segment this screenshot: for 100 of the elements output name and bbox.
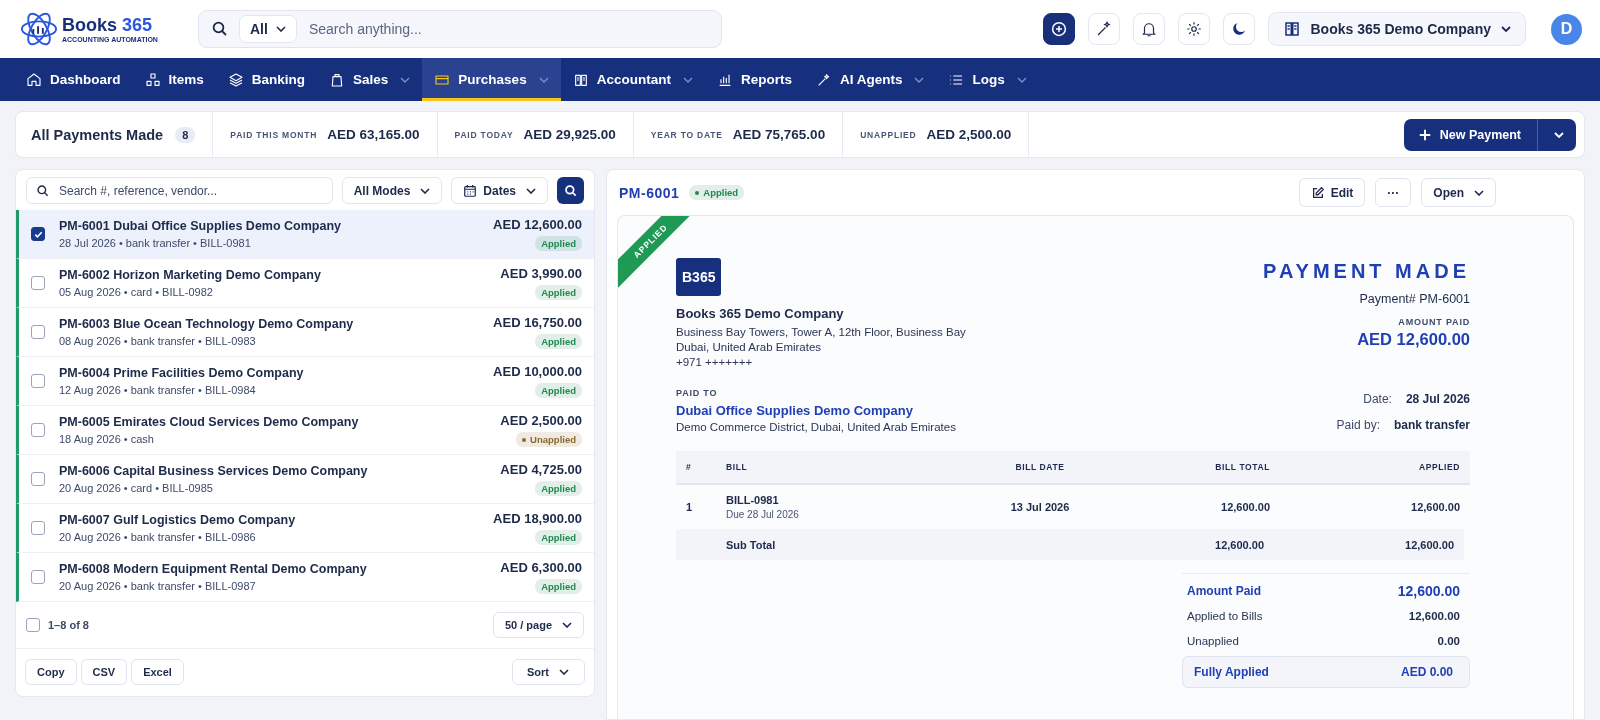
list-search-field[interactable]: Search #, reference, vendor...: [26, 177, 333, 204]
nav-tab[interactable]: AI Agents: [803, 58, 937, 101]
chevron-down-icon: [1501, 26, 1511, 32]
date-filter-dropdown[interactable]: Dates: [451, 177, 548, 204]
payment-row[interactable]: PM-6004 Prime Facilities Demo Company 12 Aug 2026 • bank transfer • BILL-0984 AED 10,000.00 Applied: [16, 357, 594, 406]
status-badge: Applied: [535, 530, 582, 545]
payment-amount: AED 2,500.00: [500, 413, 582, 428]
metric-value: AED 29,925.00: [523, 127, 616, 142]
table-cell-text: 1: [685, 501, 694, 513]
chevron-down-icon: [562, 622, 572, 628]
company-switcher[interactable]: Books 365 Demo Company: [1267, 12, 1526, 46]
search-icon: [211, 20, 229, 38]
payment-number: Payment# PM-6001: [1359, 292, 1470, 306]
payment-details: 08 Aug 2026 • bank transfer • BILL-0983: [59, 335, 257, 347]
total-value: 12,600.00: [1408, 609, 1460, 622]
edit-button[interactable]: Edit: [1298, 178, 1366, 207]
nav-tab[interactable]: Accountant: [560, 58, 705, 101]
search-button[interactable]: [557, 177, 584, 204]
payment-row[interactable]: PM-6008 Modern Equipment Rental Demo Company 20 Aug 2026 • bank transfer • BILL-0987 AED 6,300.00 Applied: [16, 553, 594, 602]
balance-label: Fully Applied: [1194, 665, 1269, 679]
chevron-down-icon: [1474, 189, 1484, 196]
checkbox[interactable]: [31, 276, 45, 290]
nav-tab[interactable]: Sales: [317, 58, 423, 101]
notifications-button[interactable]: [1132, 13, 1165, 45]
checkbox[interactable]: [31, 227, 45, 241]
select-all-checkbox[interactable]: [26, 618, 40, 632]
payment-title: PM-6006 Capital Business Services Demo Company: [59, 464, 369, 478]
table-cell-text: 13 Jul 2026: [1009, 501, 1071, 513]
payment-amount: AED 18,900.00: [493, 511, 582, 526]
chevron-down-icon: [420, 187, 431, 194]
dark-mode-button[interactable]: [1222, 13, 1255, 45]
payment-details: 20 Aug 2026 • card • BILL-0985: [59, 482, 214, 494]
payment-title: PM-6004 Prime Facilities Demo Company: [59, 366, 305, 380]
payment-details: 05 Aug 2026 • card • BILL-0982: [59, 286, 214, 298]
payment-row[interactable]: PM-6003 Blue Ocean Technology Demo Company 08 Aug 2026 • bank transfer • BILL-0983 AED 16,750.00 Applied: [16, 308, 594, 357]
open-dropdown[interactable]: Open: [1421, 178, 1496, 207]
plus-icon: [1417, 127, 1432, 142]
nav-tab[interactable]: Banking: [215, 58, 318, 101]
payment-row[interactable]: PM-6002 Horizon Marketing Demo Company 05 Aug 2026 • card • BILL-0982 AED 3,990.00 Applied: [16, 259, 594, 308]
payment-details: 20 Aug 2026 • bank transfer • BILL-0986: [59, 531, 257, 543]
column-header: #: [685, 462, 693, 472]
payment-details: 20 Aug 2026 • bank transfer • BILL-0987: [59, 580, 257, 592]
sort-dropdown[interactable]: Sort: [512, 659, 585, 685]
export-button[interactable]: Copy: [25, 659, 77, 685]
search-field[interactable]: All Search anything...: [198, 10, 722, 48]
balance-value: AED 0.00: [1400, 665, 1453, 679]
payment-row[interactable]: PM-6005 Emirates Cloud Services Demo Company 18 Aug 2026 • cash AED 2,500.00 Unapplied: [16, 406, 594, 455]
checkbox[interactable]: [31, 570, 45, 584]
payment-details: 28 Jul 2026 • bank transfer • BILL-0981: [59, 237, 252, 249]
company-logo: B365: [676, 258, 722, 296]
payment-row[interactable]: PM-6007 Gulf Logistics Demo Company 20 Aug 2026 • bank transfer • BILL-0986 AED 18,900.00 Applied: [16, 504, 594, 553]
metric-value: AED 2,500.00: [926, 127, 1012, 142]
total-label: Amount Paid: [1187, 583, 1261, 598]
nav-tab[interactable]: Reports: [704, 58, 804, 101]
payment-row[interactable]: PM-6001 Dubai Office Supplies Demo Company 28 Jul 2026 • bank transfer • BILL-0981 AED 12,600.00 Applied: [16, 210, 594, 259]
payment-number: PM-6001: [619, 184, 680, 201]
user-avatar[interactable]: D: [1551, 13, 1582, 45]
status-badge: Applied: [535, 285, 582, 300]
search-icon: [563, 183, 578, 198]
metric-value: AED 63,165.00: [327, 127, 420, 142]
nav-tab[interactable]: Dashboard: [14, 58, 133, 101]
status-badge: Applied: [535, 334, 582, 349]
total-value: 12,600.00: [1397, 582, 1460, 599]
magic-wand-button[interactable]: [1087, 13, 1120, 45]
column-header: APPLIED: [1417, 462, 1461, 472]
table-cell-text: 12,600.00: [1410, 501, 1461, 513]
vendor-link[interactable]: Dubai Office Supplies Demo Company: [676, 403, 913, 418]
page-size-dropdown[interactable]: 50 / page: [492, 612, 584, 638]
payment-amount: AED 12,600.00: [493, 217, 582, 232]
payment-row[interactable]: PM-6006 Capital Business Services Demo Company 20 Aug 2026 • card • BILL-0985 AED 4,725.00 Applied: [16, 455, 594, 504]
checkbox[interactable]: [31, 374, 45, 388]
more-button[interactable]: ···: [1375, 178, 1412, 207]
amount-paid: AED 12,600.00: [1357, 330, 1470, 349]
table-cell-text: 12,600.00: [1214, 538, 1265, 551]
column-header: BILL: [725, 462, 749, 472]
metric-label: UNAPPLIED: [860, 129, 917, 140]
home-icon: [26, 71, 42, 88]
layers-icon: [227, 71, 244, 88]
payment-title: PM-6005 Emirates Cloud Services Demo Company: [59, 415, 360, 429]
status-badge: Applied: [535, 236, 582, 251]
total-value: 0.00: [1437, 634, 1460, 647]
checkbox[interactable]: [31, 521, 45, 535]
add-button[interactable]: [1042, 13, 1075, 45]
export-button[interactable]: Excel: [131, 659, 184, 685]
count-badge: 8: [175, 126, 196, 143]
nav-tab[interactable]: Items: [132, 58, 216, 101]
checkbox[interactable]: [31, 325, 45, 339]
nav-tab[interactable]: Logs: [936, 58, 1039, 101]
company-name: Books 365 Demo Company: [676, 306, 844, 321]
payment-title: PM-6002 Horizon Marketing Demo Company: [59, 268, 322, 282]
mode-filter-dropdown[interactable]: All Modes: [341, 177, 443, 204]
bell-icon: [1139, 20, 1158, 38]
scope-dropdown[interactable]: All: [239, 15, 297, 43]
nav-tab[interactable]: Purchases: [422, 58, 561, 101]
checkbox[interactable]: [31, 423, 45, 437]
checkbox[interactable]: [31, 472, 45, 486]
payment-title: PM-6001 Dubai Office Supplies Demo Company: [59, 219, 342, 233]
export-button[interactable]: CSV: [80, 659, 128, 685]
paid-to-label: PAID TO: [676, 388, 718, 398]
settings-button[interactable]: [1177, 13, 1210, 45]
